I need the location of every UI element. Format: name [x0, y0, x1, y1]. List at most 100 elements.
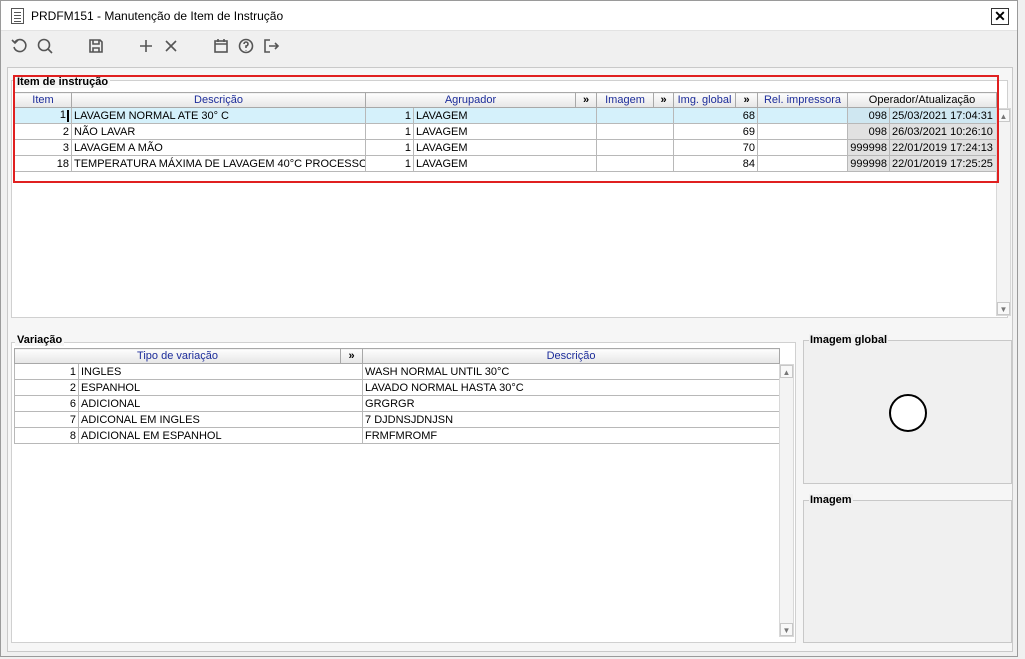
table-row[interactable]: 1 LAVAGEM NORMAL ATE 30° C 1 LAVAGEM 68 …: [14, 107, 997, 124]
toolbar: [1, 32, 1017, 60]
cell-item[interactable]: 2: [14, 123, 72, 140]
cell-agrupador-descricao[interactable]: LAVAGEM: [413, 139, 597, 156]
item-instrucao-title: Item de instrução: [15, 76, 111, 88]
table-row[interactable]: 3 LAVAGEM A MÃO 1 LAVAGEM 70 999998 22/0…: [14, 139, 997, 156]
cell-codigo[interactable]: 8: [14, 427, 79, 444]
cell-imagem[interactable]: [596, 123, 674, 140]
cell-descricao[interactable]: NÃO LAVAR: [71, 123, 366, 140]
variacao-scrollbar[interactable]: ▲ ▼: [779, 364, 794, 637]
cell-descricao[interactable]: LAVAGEM A MÃO: [71, 139, 366, 156]
col-item[interactable]: Item: [14, 92, 72, 108]
cell-codigo[interactable]: 7: [14, 411, 79, 428]
cell-codigo[interactable]: 6: [14, 395, 79, 412]
cell-item[interactable]: 18: [14, 155, 72, 172]
tipo-expand-button[interactable]: »: [340, 348, 364, 364]
table-row[interactable]: 8 ADICIONAL EM ESPANHOL FRMFMROMF: [14, 427, 781, 444]
scroll-up-icon[interactable]: ▲: [780, 365, 793, 378]
col-img-global[interactable]: Img. global: [673, 92, 736, 108]
cell-agrupador-descricao[interactable]: LAVAGEM: [413, 123, 597, 140]
col-tipo-variacao[interactable]: Tipo de variação: [13, 348, 342, 364]
table-row[interactable]: 2 NÃO LAVAR 1 LAVAGEM 69 098 26/03/2021 …: [14, 123, 997, 140]
text-caret: [67, 109, 69, 122]
cell-tipo[interactable]: ADICONAL EM INGLES: [77, 411, 364, 428]
cell-agrupador-codigo[interactable]: 1: [365, 107, 414, 124]
cell-descricao[interactable]: TEMPERATURA MÁXIMA DE LAVAGEM 40°C PROCE…: [71, 155, 366, 172]
cell-imagem[interactable]: [596, 107, 674, 124]
col-operador-atualizacao[interactable]: Operador/Atualização: [847, 92, 997, 108]
table-row[interactable]: 7 ADICONAL EM INGLES 7 DJDNSJDNJSN: [14, 411, 781, 428]
cell-descricao[interactable]: WASH NORMAL UNTIL 30°C: [362, 363, 781, 380]
cell-atualizacao: 26/03/2021 10:26:10: [889, 123, 997, 140]
calendar-icon[interactable]: [210, 36, 232, 56]
cell-atualizacao: 25/03/2021 17:04:31: [889, 107, 997, 124]
delete-icon[interactable]: [160, 36, 182, 56]
cell-agrupador-descricao[interactable]: LAVAGEM: [413, 107, 597, 124]
item-instrucao-scrollbar[interactable]: ▲ ▼: [996, 108, 1011, 316]
cell-descricao[interactable]: LAVAGEM NORMAL ATE 30° C: [71, 107, 366, 124]
cell-rel-impressora[interactable]: [757, 123, 848, 140]
scroll-down-icon[interactable]: ▼: [780, 623, 793, 636]
cell-imagem[interactable]: [596, 155, 674, 172]
cell-codigo[interactable]: 1: [14, 363, 79, 380]
table-header: Item Descrição Agrupador » Imagem » Img.…: [14, 92, 997, 108]
imagem-global-title: Imagem global: [809, 334, 889, 346]
cell-item[interactable]: 3: [14, 139, 72, 156]
scroll-up-icon[interactable]: ▲: [997, 109, 1010, 122]
table-header: Tipo de variação » Descrição: [13, 348, 781, 364]
cell-tipo[interactable]: ESPANHOL: [77, 379, 364, 396]
document-icon: [11, 8, 24, 24]
table-row[interactable]: 6 ADICIONAL GRGRGR: [14, 395, 781, 412]
exit-icon[interactable]: [260, 36, 282, 56]
cell-atualizacao: 22/01/2019 17:24:13: [889, 139, 997, 156]
cell-item-value: 1: [59, 109, 66, 122]
cell-descricao[interactable]: 7 DJDNSJDNJSN: [362, 411, 781, 428]
cell-codigo[interactable]: 2: [14, 379, 79, 396]
window-title: PRDFM151 - Manutenção de Item de Instruç…: [31, 9, 284, 23]
col-descricao[interactable]: Descrição: [71, 92, 366, 108]
col-descricao[interactable]: Descrição: [362, 348, 781, 364]
search-icon[interactable]: [34, 36, 56, 56]
add-icon[interactable]: [135, 36, 157, 56]
cell-rel-impressora[interactable]: [757, 139, 848, 156]
cell-descricao[interactable]: FRMFMROMF: [362, 427, 781, 444]
cell-descricao[interactable]: LAVADO NORMAL HASTA 30°C: [362, 379, 781, 396]
imagem-expand-button[interactable]: »: [653, 92, 674, 108]
refresh-icon[interactable]: [9, 36, 31, 56]
cell-tipo[interactable]: ADICIONAL EM ESPANHOL: [77, 427, 364, 444]
table-row[interactable]: 1 INGLES WASH NORMAL UNTIL 30°C: [14, 363, 781, 380]
title-bar: PRDFM151 - Manutenção de Item de Instruç…: [1, 1, 1017, 31]
cell-rel-impressora[interactable]: [757, 107, 848, 124]
save-icon[interactable]: [85, 36, 107, 56]
imagem-title: Imagem: [809, 494, 853, 506]
cell-agrupador-codigo[interactable]: 1: [365, 155, 414, 172]
cell-agrupador-descricao[interactable]: LAVAGEM: [413, 155, 597, 172]
cell-imagem[interactable]: [596, 139, 674, 156]
col-imagem[interactable]: Imagem: [596, 92, 654, 108]
table-row[interactable]: 18 TEMPERATURA MÁXIMA DE LAVAGEM 40°C PR…: [14, 155, 997, 172]
close-button[interactable]: ✕: [991, 8, 1009, 25]
cell-img-global[interactable]: 70: [673, 139, 758, 156]
cell-tipo[interactable]: INGLES: [77, 363, 364, 380]
cell-operador: 999998: [847, 155, 890, 172]
cell-atualizacao: 22/01/2019 17:25:25: [889, 155, 997, 172]
col-agrupador[interactable]: Agrupador: [365, 92, 576, 108]
help-icon[interactable]: [235, 36, 257, 56]
cell-operador: 999998: [847, 139, 890, 156]
agrupador-expand-button[interactable]: »: [575, 92, 597, 108]
img-global-expand-button[interactable]: »: [735, 92, 758, 108]
scroll-down-icon[interactable]: ▼: [997, 302, 1010, 315]
table-row[interactable]: 2 ESPANHOL LAVADO NORMAL HASTA 30°C: [14, 379, 781, 396]
cell-item[interactable]: 1: [14, 107, 72, 124]
cell-img-global[interactable]: 84: [673, 155, 758, 172]
col-rel-impressora[interactable]: Rel. impressora: [757, 92, 848, 108]
cell-rel-impressora[interactable]: [757, 155, 848, 172]
cell-agrupador-codigo[interactable]: 1: [365, 123, 414, 140]
cell-img-global[interactable]: 68: [673, 107, 758, 124]
cell-descricao[interactable]: GRGRGR: [362, 395, 781, 412]
cell-agrupador-codigo[interactable]: 1: [365, 139, 414, 156]
cell-tipo[interactable]: ADICIONAL: [77, 395, 364, 412]
imagem-global-panel: Imagem global: [803, 334, 1012, 484]
cell-img-global[interactable]: 69: [673, 123, 758, 140]
imagem-panel: Imagem: [803, 494, 1012, 643]
cell-operador: 098: [847, 123, 890, 140]
